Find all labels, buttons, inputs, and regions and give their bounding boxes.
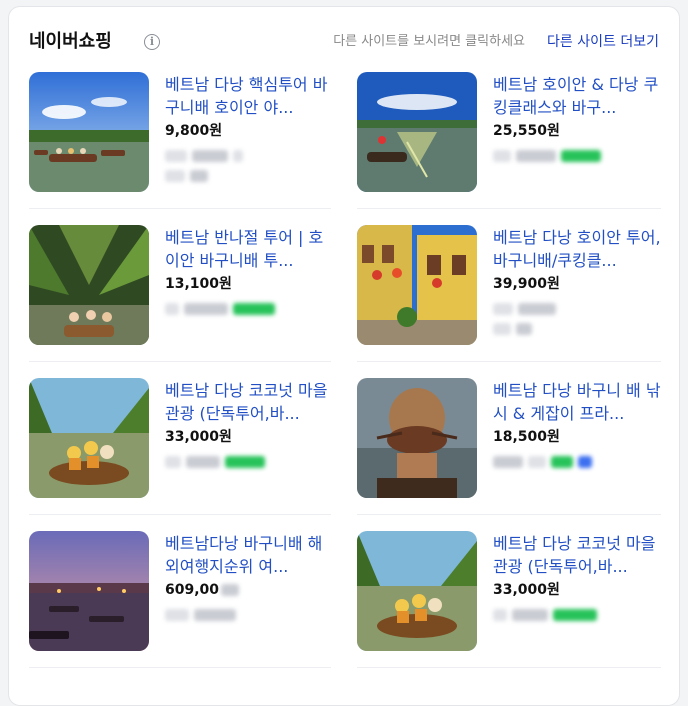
product-item[interactable]: 베트남 다낭 코코넛 마을 관광 (단독투어,바... 33,000원 [29,378,329,518]
seller-info [165,165,213,182]
more-sites-hint: 다른 사이트를 보시려면 클릭하세요 [333,34,525,49]
product-title[interactable]: 베트남 다낭 핵심투어 바구니배 호이안 야... [165,73,337,119]
seller-info [493,451,597,468]
product-item[interactable]: 베트남 반나절 투어 | 호이안 바구니배 투... 13,100원 [29,225,329,365]
product-price: 39,900원 [493,276,560,292]
product-item[interactable]: 베트남 다낭 핵심투어 바구니배 호이안 야... 9,800원 [29,72,329,212]
product-item[interactable]: 베트남 다낭 바구니 배 낚시 & 게잡이 프라... 18,500원 [357,378,661,518]
seller-info [493,145,606,162]
product-price: 25,550원 [493,123,560,139]
divider [357,667,661,668]
seller-info [493,604,602,621]
divider [29,514,331,515]
seller-info [165,451,270,468]
product-thumbnail[interactable] [357,531,477,651]
product-thumbnail[interactable] [357,378,477,498]
product-thumbnail[interactable] [357,225,477,345]
product-price: 33,000원 [165,429,232,445]
product-price: 33,000원 [493,582,560,598]
seller-info [493,298,561,315]
product-price: 9,800원 [165,123,223,139]
divider [357,208,661,209]
product-title[interactable]: 베트남 다낭 코코넛 마을 관광 (단독투어,바... [493,532,665,578]
divider [29,667,331,668]
product-title[interactable]: 베트남 다낭 호이안 투어, 바구니배/쿠킹클... [493,226,665,272]
product-price: 18,500원 [493,429,560,445]
divider [357,361,661,362]
product-thumbnail[interactable] [29,378,149,498]
product-item[interactable]: 베트남다낭 바구니배 해외여행지순위 여... 609,00 [29,531,329,671]
seller-info [165,145,248,162]
product-thumbnail[interactable] [29,225,149,345]
product-thumbnail[interactable] [357,72,477,192]
product-price-value: 609,00 [165,582,220,598]
divider [29,208,331,209]
divider [357,514,661,515]
product-title[interactable]: 베트남 호이안 & 다낭 쿠킹클래스와 바구... [493,73,665,119]
product-title[interactable]: 베트남 반나절 투어 | 호이안 바구니배 투... [165,226,337,272]
product-thumbnail[interactable] [29,531,149,651]
section-header: 네이버쇼핑 i 다른 사이트를 보시려면 클릭하세요 다른 사이트 더보기 [29,27,659,57]
info-icon[interactable]: i [144,34,160,50]
shopping-card: 네이버쇼핑 i 다른 사이트를 보시려면 클릭하세요 다른 사이트 더보기 베트… [8,6,680,706]
more-sites-link[interactable]: 다른 사이트 더보기 [547,27,659,57]
product-thumbnail[interactable] [29,72,149,192]
product-item[interactable]: 베트남 다낭 코코넛 마을 관광 (단독투어,바... 33,000원 [357,531,657,671]
section-title: 네이버쇼핑 [29,31,112,52]
product-title[interactable]: 베트남다낭 바구니배 해외여행지순위 여... [165,532,337,578]
product-item[interactable]: 베트남 호이안 & 다낭 쿠킹클래스와 바구... 25,550원 [357,72,658,212]
product-item[interactable]: 베트남 다낭 호이안 투어, 바구니배/쿠킹클... 39,900원 [357,225,661,365]
seller-info [493,318,537,335]
seller-info [165,298,280,315]
product-price: 609,00 [165,581,244,599]
divider [29,361,331,362]
product-title[interactable]: 베트남 다낭 바구니 배 낚시 & 게잡이 프라... [493,379,665,425]
product-title[interactable]: 베트남 다낭 코코넛 마을 관광 (단독투어,바... [165,379,337,425]
product-price: 13,100원 [165,276,232,292]
seller-info [165,604,241,621]
